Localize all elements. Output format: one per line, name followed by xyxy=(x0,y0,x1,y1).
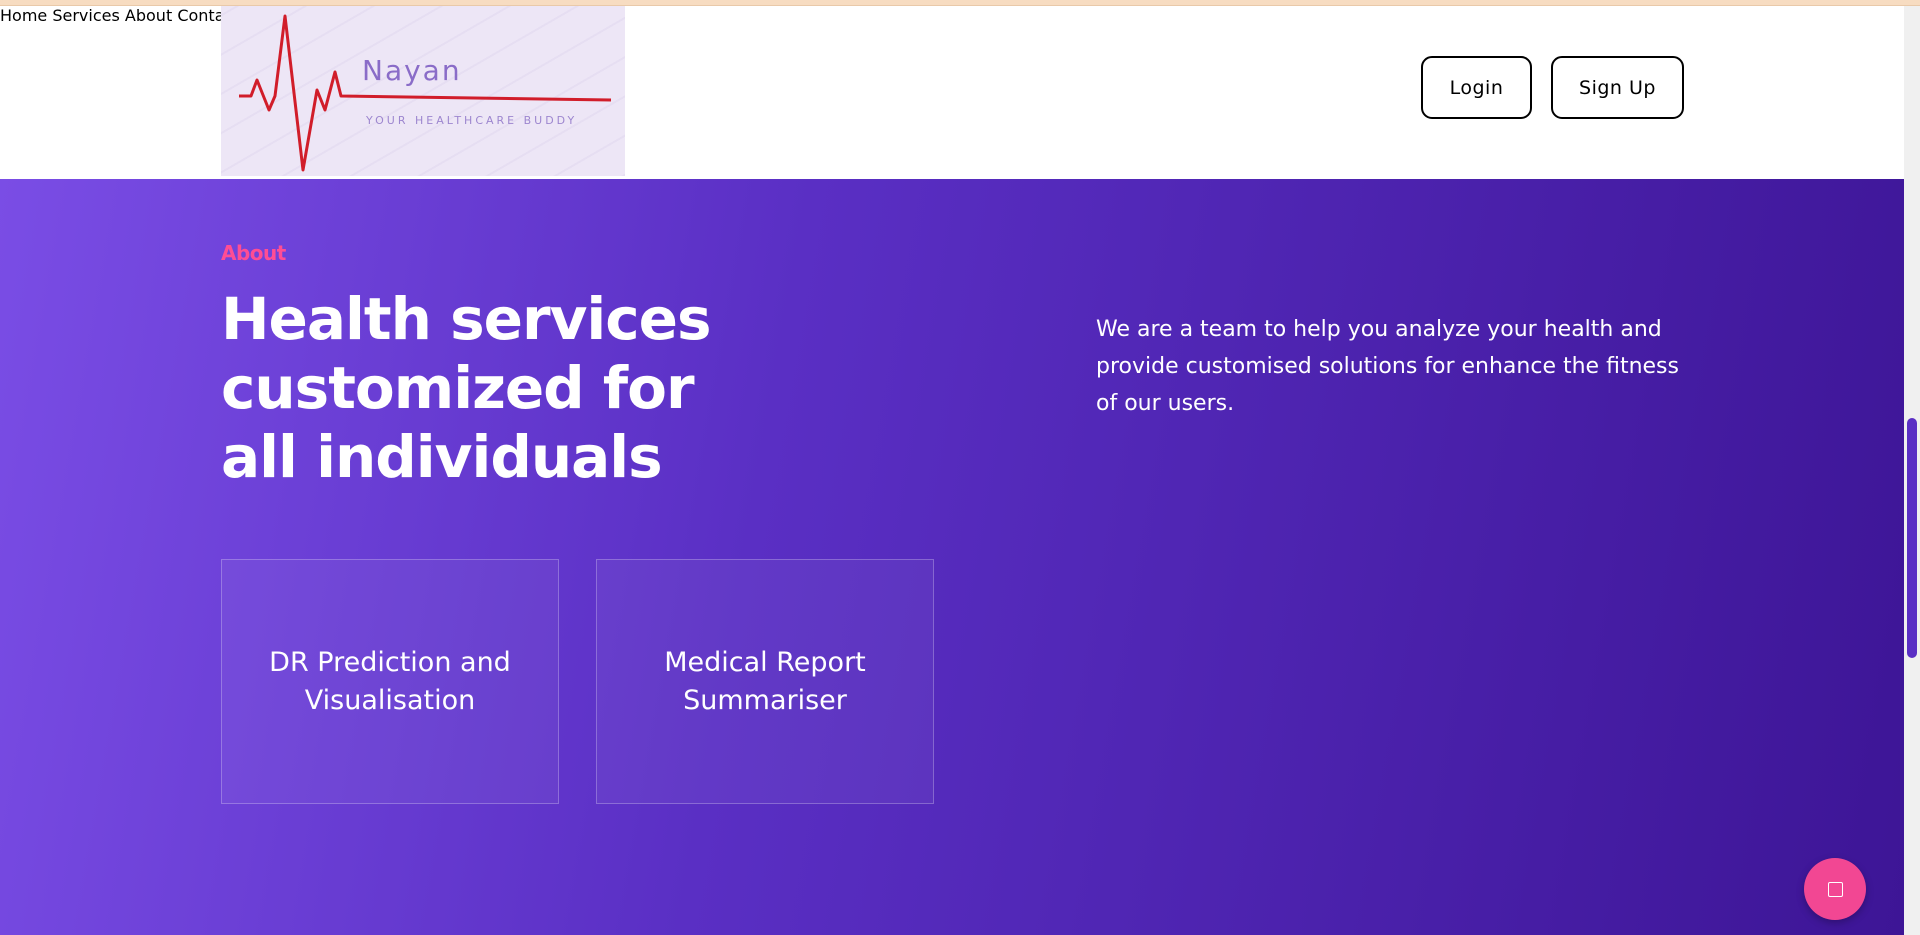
scrollbar-thumb[interactable] xyxy=(1907,418,1917,658)
service-card-label: Medical Report Summariser xyxy=(664,646,866,716)
nav-home[interactable]: Home xyxy=(0,6,47,25)
service-card-label: DR Prediction and Visualisation xyxy=(269,646,511,716)
page: Nayan YOUR HEALTHCARE BUDDY Home Service… xyxy=(0,6,1904,935)
site-logo[interactable]: Nayan YOUR HEALTHCARE BUDDY xyxy=(221,6,625,176)
service-card-dr-prediction[interactable]: DR Prediction and Visualisation xyxy=(221,559,559,804)
section-eyebrow: About xyxy=(221,241,286,265)
section-headline: Health services customized for all indiv… xyxy=(221,285,712,491)
nav-about[interactable]: About xyxy=(125,6,172,25)
square-icon xyxy=(1827,881,1843,897)
floating-action-button[interactable] xyxy=(1804,858,1866,920)
logo-tagline: YOUR HEALTHCARE BUDDY xyxy=(366,114,578,127)
about-section: About Health services customized for all… xyxy=(0,179,1904,935)
nav-services[interactable]: Services xyxy=(52,6,119,25)
signup-button[interactable]: Sign Up xyxy=(1551,56,1684,119)
section-description: We are a team to help you analyze your h… xyxy=(1096,317,1679,416)
site-header: Nayan YOUR HEALTHCARE BUDDY Home Service… xyxy=(0,6,1904,179)
heartbeat-icon xyxy=(239,14,612,172)
logo-name: Nayan xyxy=(362,54,462,87)
page-scrollbar[interactable] xyxy=(1904,6,1920,935)
login-button[interactable]: Login xyxy=(1421,56,1532,119)
service-card-report-summariser[interactable]: Medical Report Summariser xyxy=(596,559,934,804)
